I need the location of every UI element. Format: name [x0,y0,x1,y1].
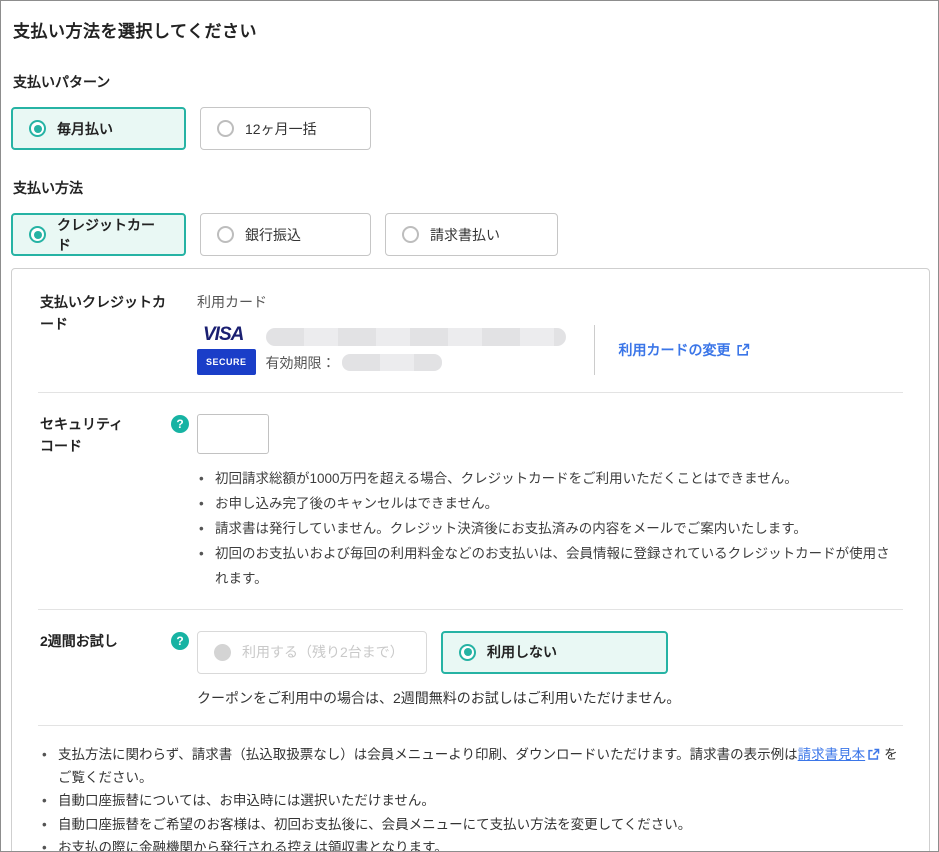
payment-pattern-options: 毎月払い 12ヶ月一括 [11,107,930,150]
radio-selected-icon [29,226,46,243]
expiry-label: 有効期限： [266,353,336,373]
trial-options: 利用する（残り2台まで） 利用しない [197,631,903,674]
note-item: 初回のお支払いおよび毎回の利用料金などのお支払いは、会員情報に登録されているクレ… [197,542,903,592]
external-link-icon [736,343,750,357]
method-option-credit-card-label: クレジットカード [57,215,168,255]
security-code-row: セキュリティコード ? 初回請求総額が1000万円を超える場合、クレジットカード… [38,393,903,610]
trial-option-not-use-label: 利用しない [487,642,557,662]
footer-notes-row: 支払方法に関わらず、請求書（払込取扱票なし）は会員メニューより印刷、ダウンロード… [38,726,903,852]
pattern-option-12months[interactable]: 12ヶ月一括 [200,107,371,150]
security-code-row-label: セキュリティコード [40,414,136,457]
radio-selected-icon [459,644,476,661]
radio-unselected-icon [217,226,234,243]
trial-coupon-note: クーポンをご利用中の場合は、2週間無料のお試しはご利用いただけません。 [197,688,903,708]
note-item: お支払の際に金融機関から発行される控えは領収書となります。 [40,836,903,852]
note-item: 初回請求総額が1000万円を超える場合、クレジットカードをご利用いただくことはで… [197,467,903,492]
trial-label-cell: 2週間お試し ? [40,631,197,708]
radio-unselected-icon [402,226,419,243]
card-block: VISA SECURE 有効期限： 利用カードの変更 [197,325,903,375]
pattern-option-monthly[interactable]: 毎月払い [11,107,186,150]
payment-method-label: 支払い方法 [13,178,930,198]
trial-option-not-use[interactable]: 利用しない [441,631,668,674]
method-option-bank-transfer[interactable]: 銀行振込 [200,213,371,256]
credit-card-row-content: 利用カード VISA SECURE 有効期限： [197,292,903,375]
trial-row-label: 2週間お試し [40,631,118,653]
change-card-link[interactable]: 利用カードの変更 [619,340,750,360]
help-icon[interactable]: ? [171,415,189,433]
note-item-with-link: 支払方法に関わらず、請求書（払込取扱票なし）は会員メニューより印刷、ダウンロード… [40,743,903,789]
payment-method-options: クレジットカード 銀行振込 請求書払い [11,213,930,256]
security-code-label-cell: セキュリティコード ? [40,414,197,592]
note-item: お申し込み完了後のキャンセルはできません。 [197,492,903,517]
credit-card-notes-list: 初回請求総額が1000万円を超える場合、クレジットカードをご利用いただくことはで… [197,467,903,592]
trial-row: 2週間お試し ? 利用する（残り2台まで） 利用しない クーポンをご利用中の場合… [38,610,903,726]
change-card-link-label: 利用カードの変更 [619,340,731,360]
method-option-credit-card[interactable]: クレジットカード [11,213,186,256]
radio-disabled-icon [214,644,231,661]
trial-content: 利用する（残り2台まで） 利用しない クーポンをご利用中の場合は、2週間無料のお… [197,631,903,708]
expiry-line: 有効期限： [266,353,566,373]
credit-card-row-label: 支払いクレジットカード [40,292,170,335]
method-option-invoice[interactable]: 請求書払い [385,213,558,256]
payment-pattern-label: 支払いパターン [13,72,930,92]
pattern-option-monthly-label: 毎月払い [57,119,113,139]
note-item: 自動口座振替をご希望のお客様は、初回お支払後に、会員メニューにて支払い方法を変更… [40,813,903,836]
credit-card-detail-panel: 支払いクレジットカード 利用カード VISA SECURE 有効期限： [11,268,930,852]
card-in-use-label: 利用カード [197,292,903,312]
visa-secure-badge: SECURE [197,349,256,375]
payment-selection-page: 支払い方法を選択してください 支払いパターン 毎月払い 12ヶ月一括 支払い方法… [0,0,939,852]
divider-vertical [594,325,595,375]
trial-option-use: 利用する（残り2台まで） [197,631,427,674]
help-icon[interactable]: ? [171,632,189,650]
external-link-icon [867,748,880,761]
card-info: 有効期限： [266,328,566,373]
note-item: 自動口座振替については、お申込時には選択いただけません。 [40,789,903,812]
radio-selected-icon [29,120,46,137]
visa-logo: VISA SECURE [197,325,256,375]
visa-wordmark: VISA [203,325,243,344]
footer-note-pre: 支払方法に関わらず、請求書（払込取扱票なし）は会員メニューより印刷、ダウンロード… [58,747,798,762]
expiry-blurred [342,354,442,371]
method-option-invoice-label: 請求書払い [430,225,500,245]
trial-option-use-label: 利用する（残り2台まで） [242,642,404,662]
radio-unselected-icon [217,120,234,137]
pattern-option-12months-label: 12ヶ月一括 [245,119,317,139]
note-item: 請求書は発行していません。クレジット決済後にお支払済みの内容をメールでご案内いた… [197,517,903,542]
invoice-sample-link[interactable]: 請求書見本 [798,747,866,762]
page-title: 支払い方法を選択してください [13,17,930,42]
security-code-input[interactable] [197,414,269,454]
card-number-blurred [266,328,566,346]
security-code-content: 初回請求総額が1000万円を超える場合、クレジットカードをご利用いただくことはで… [197,414,903,592]
footer-notes-list: 支払方法に関わらず、請求書（払込取扱票なし）は会員メニューより印刷、ダウンロード… [40,743,903,852]
method-option-bank-transfer-label: 銀行振込 [245,225,301,245]
credit-card-row: 支払いクレジットカード 利用カード VISA SECURE 有効期限： [38,271,903,393]
credit-card-row-label-cell: 支払いクレジットカード [40,292,197,375]
